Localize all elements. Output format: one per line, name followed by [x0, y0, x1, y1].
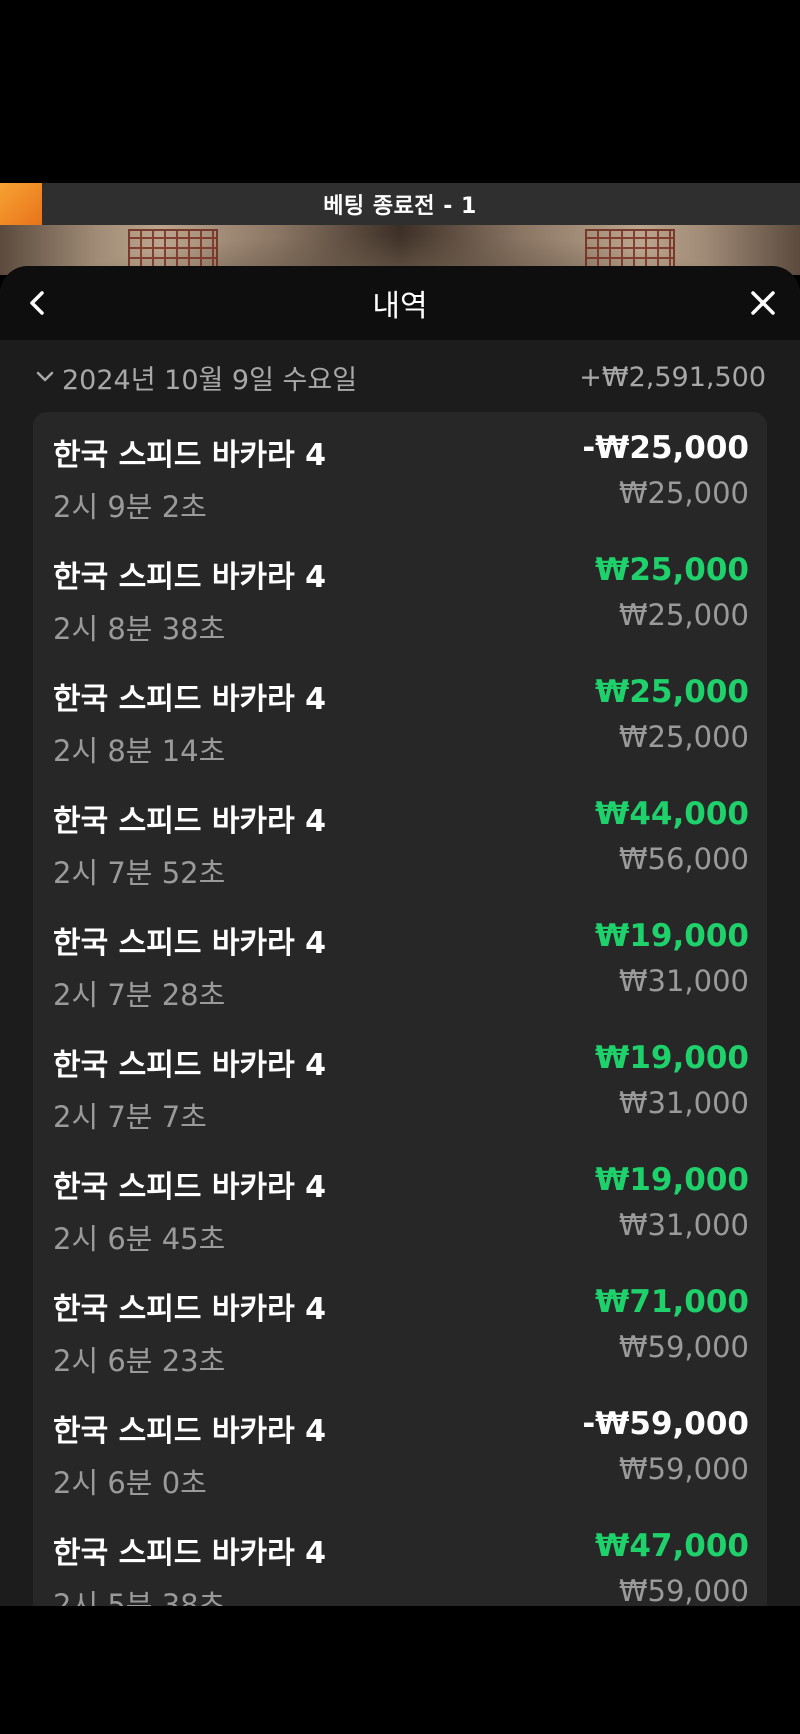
- result-amount: -₩59,000: [582, 1406, 749, 1442]
- stake-amount: ₩25,000: [618, 598, 749, 632]
- row-right: ₩19,000 ₩31,000: [595, 1162, 749, 1276]
- chevron-down-icon: [36, 371, 54, 382]
- stake-amount: ₩59,000: [618, 1574, 749, 1606]
- page-title: 내역: [372, 289, 428, 324]
- stake-amount: ₩25,000: [618, 720, 749, 754]
- history-row[interactable]: 한국 스피드 바카라 4 2시 8분 38초 ₩25,000 ₩25,000: [53, 544, 749, 666]
- row-right: ₩25,000 ₩25,000: [595, 552, 749, 666]
- bet-time: 2시 5분 38초: [53, 1588, 226, 1606]
- row-left: 한국 스피드 바카라 4 2시 9분 2초: [53, 430, 326, 544]
- history-row[interactable]: 한국 스피드 바카라 4 2시 7분 7초 ₩19,000 ₩31,000: [53, 1032, 749, 1154]
- bet-time: 2시 7분 52초: [53, 856, 226, 890]
- date-label: 2024년 10월 9일 수요일: [62, 364, 358, 396]
- row-right: ₩19,000 ₩31,000: [595, 1040, 749, 1154]
- stake-amount: ₩59,000: [618, 1452, 749, 1486]
- screen: 베팅 종료전 - 1 내역 2024년 10월 9일 수요일 +₩2,591,5…: [0, 0, 800, 1734]
- result-amount: ₩19,000: [595, 918, 749, 954]
- game-name: 한국 스피드 바카라 4: [53, 682, 327, 717]
- betting-status-bar: 베팅 종료전 - 1: [0, 183, 800, 225]
- stake-amount: ₩56,000: [618, 842, 749, 876]
- history-row[interactable]: 한국 스피드 바카라 4 2시 6분 45초 ₩19,000 ₩31,000: [53, 1154, 749, 1276]
- bet-time: 2시 6분 45초: [53, 1222, 226, 1256]
- game-name: 한국 스피드 바카라 4: [53, 1414, 327, 1449]
- row-right: -₩25,000 ₩25,000: [582, 430, 749, 544]
- game-name: 한국 스피드 바카라 4: [53, 1292, 327, 1327]
- row-left: 한국 스피드 바카라 4 2시 6분 23초: [53, 1284, 326, 1398]
- result-amount: ₩47,000: [595, 1528, 749, 1564]
- row-left: 한국 스피드 바카라 4 2시 8분 38초: [53, 552, 326, 666]
- row-left: 한국 스피드 바카라 4 2시 7분 28초: [53, 918, 326, 1032]
- window-lattice-decoration: [128, 229, 218, 269]
- history-panel: 내역 2024년 10월 9일 수요일 +₩2,591,500 한국 스피드 바…: [0, 266, 800, 1606]
- result-amount: ₩19,000: [595, 1162, 749, 1198]
- close-button[interactable]: [726, 266, 800, 340]
- history-row[interactable]: 한국 스피드 바카라 4 2시 7분 52초 ₩44,000 ₩56,000: [53, 788, 749, 910]
- date-group-header: 2024년 10월 9일 수요일 +₩2,591,500: [0, 342, 800, 412]
- result-amount: ₩25,000: [595, 674, 749, 710]
- bet-time: 2시 6분 0초: [53, 1466, 207, 1500]
- game-name: 한국 스피드 바카라 4: [53, 1536, 327, 1571]
- bet-time: 2시 8분 14초: [53, 734, 226, 768]
- bet-time: 2시 8분 38초: [53, 612, 226, 646]
- row-left: 한국 스피드 바카라 4 2시 7분 52초: [53, 796, 326, 910]
- stake-amount: ₩59,000: [618, 1330, 749, 1364]
- game-name: 한국 스피드 바카라 4: [53, 804, 327, 839]
- history-list: 한국 스피드 바카라 4 2시 9분 2초 -₩25,000 ₩25,000 한…: [33, 412, 767, 1606]
- history-row[interactable]: 한국 스피드 바카라 4 2시 9분 2초 -₩25,000 ₩25,000: [53, 422, 749, 544]
- history-row[interactable]: 한국 스피드 바카라 4 2시 8분 14초 ₩25,000 ₩25,000: [53, 666, 749, 788]
- result-amount: ₩25,000: [595, 552, 749, 588]
- row-left: 한국 스피드 바카라 4 2시 7분 7초: [53, 1040, 326, 1154]
- date-total: +₩2,591,500: [579, 361, 766, 393]
- stake-amount: ₩31,000: [618, 1208, 749, 1242]
- history-row[interactable]: 한국 스피드 바카라 4 2시 6분 0초 -₩59,000 ₩59,000: [53, 1398, 749, 1520]
- history-row[interactable]: 한국 스피드 바카라 4 2시 5분 38초 ₩47,000 ₩59,000: [53, 1520, 749, 1606]
- row-left: 한국 스피드 바카라 4 2시 5분 38초: [53, 1528, 326, 1606]
- game-name: 한국 스피드 바카라 4: [53, 560, 327, 595]
- bet-time: 2시 7분 28초: [53, 978, 226, 1012]
- row-right: -₩59,000 ₩59,000: [582, 1406, 749, 1520]
- result-amount: ₩44,000: [595, 796, 749, 832]
- row-left: 한국 스피드 바카라 4 2시 6분 0초: [53, 1406, 326, 1520]
- game-name: 한국 스피드 바카라 4: [53, 438, 327, 473]
- chevron-left-icon: [30, 291, 44, 315]
- result-amount: ₩71,000: [595, 1284, 749, 1320]
- close-icon: [751, 291, 775, 315]
- bet-time: 2시 6분 23초: [53, 1344, 226, 1378]
- panel-header: 내역: [0, 266, 800, 340]
- history-row[interactable]: 한국 스피드 바카라 4 2시 6분 23초 ₩71,000 ₩59,000: [53, 1276, 749, 1398]
- row-right: ₩44,000 ₩56,000: [595, 796, 749, 910]
- history-row[interactable]: 한국 스피드 바카라 4 2시 7분 28초 ₩19,000 ₩31,000: [53, 910, 749, 1032]
- bet-time: 2시 9분 2초: [53, 490, 207, 524]
- row-left: 한국 스피드 바카라 4 2시 8분 14초: [53, 674, 326, 788]
- row-right: ₩47,000 ₩59,000: [595, 1528, 749, 1606]
- stake-amount: ₩31,000: [618, 964, 749, 998]
- row-right: ₩25,000 ₩25,000: [595, 674, 749, 788]
- game-name: 한국 스피드 바카라 4: [53, 1048, 327, 1083]
- betting-status-text: 베팅 종료전 - 1: [323, 194, 477, 219]
- game-name: 한국 스피드 바카라 4: [53, 926, 327, 961]
- window-lattice-decoration: [585, 229, 675, 269]
- result-amount: -₩25,000: [582, 430, 749, 466]
- back-button[interactable]: [0, 266, 74, 340]
- row-right: ₩19,000 ₩31,000: [595, 918, 749, 1032]
- result-amount: ₩19,000: [595, 1040, 749, 1076]
- game-name: 한국 스피드 바카라 4: [53, 1170, 327, 1205]
- status-accent: [0, 183, 42, 225]
- row-right: ₩71,000 ₩59,000: [595, 1284, 749, 1398]
- row-left: 한국 스피드 바카라 4 2시 6분 45초: [53, 1162, 326, 1276]
- bet-time: 2시 7분 7초: [53, 1100, 207, 1134]
- bottom-area: [0, 1606, 800, 1734]
- stake-amount: ₩31,000: [618, 1086, 749, 1120]
- stake-amount: ₩25,000: [618, 476, 749, 510]
- date-group-toggle[interactable]: 2024년 10월 9일 수요일: [34, 358, 357, 397]
